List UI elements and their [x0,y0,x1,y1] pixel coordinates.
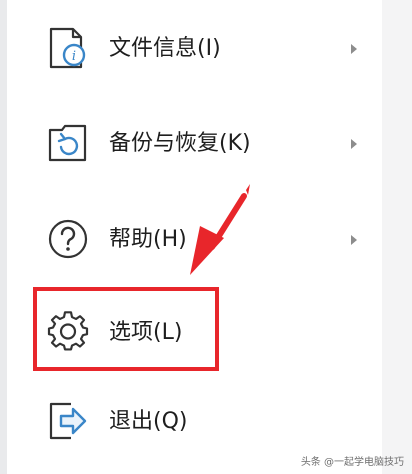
watermark-text: 头条 @一起学电脑技巧 [300,457,404,468]
pointer-arrow-icon [190,184,250,275]
